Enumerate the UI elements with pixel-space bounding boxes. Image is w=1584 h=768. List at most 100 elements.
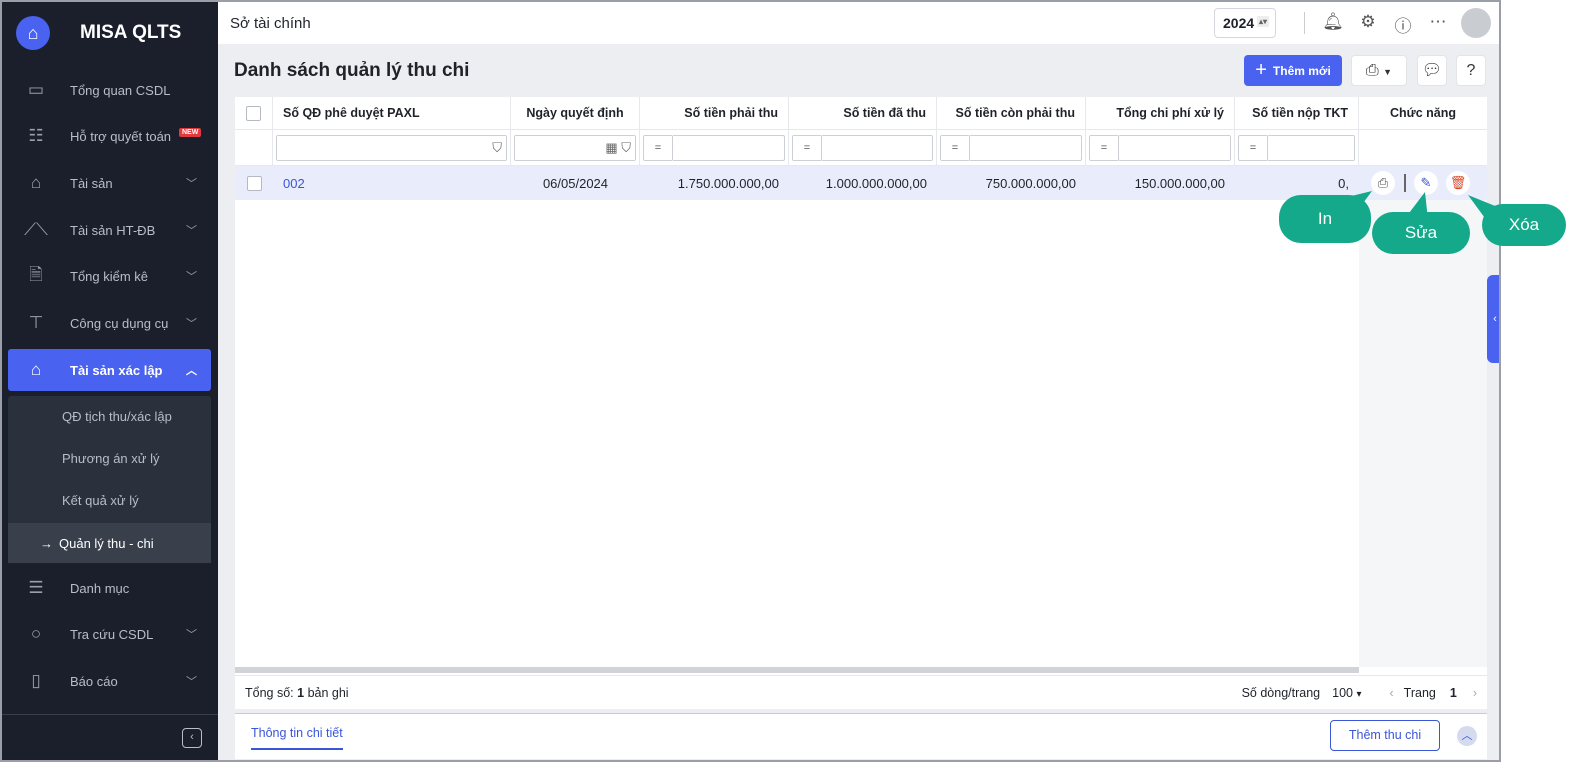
col-header[interactable]: Số tiền còn phải thu bbox=[937, 97, 1086, 129]
label: Tài sản xác lập bbox=[70, 362, 163, 378]
sidebar-item-tong-kiem-ke[interactable]: 🗎 Tổng kiểm kê ﹀ bbox=[8, 256, 211, 296]
sidebar-item-tra-cuu[interactable]: ○ Tra cứu CSDL ﹀ bbox=[8, 614, 211, 654]
print-row-button[interactable]: ⎙ bbox=[1371, 171, 1395, 195]
filter-empty bbox=[1359, 130, 1487, 165]
gear-icon[interactable]: ⚙ bbox=[1357, 12, 1379, 34]
help-icon[interactable]: ⓘ bbox=[1392, 12, 1414, 36]
callout-print: In bbox=[1279, 195, 1371, 243]
label: Báo cáo bbox=[70, 673, 118, 689]
cell-receivable: 1.750.000.000,00 bbox=[677, 175, 779, 191]
filter-input[interactable] bbox=[821, 134, 933, 161]
filter-input[interactable] bbox=[969, 134, 1082, 161]
collapse-sidebar-button[interactable]: ‹ bbox=[182, 728, 202, 748]
expand-panel-button[interactable]: ︿ bbox=[1457, 726, 1477, 746]
next-page-button[interactable]: › bbox=[1473, 686, 1477, 700]
print-dropdown-button[interactable]: ⎙ ▼ bbox=[1351, 55, 1407, 86]
label: Tổng quan CSDL bbox=[70, 82, 171, 98]
operator[interactable]: = bbox=[940, 134, 969, 161]
submenu-item[interactable]: Kết quả xử lý bbox=[8, 480, 211, 520]
filter-input[interactable] bbox=[1118, 134, 1231, 161]
help-button[interactable]: ? bbox=[1456, 55, 1486, 86]
sidebar-item-tai-san-ht[interactable]: ⟋⟍ Tài sản HT-ĐB ﹀ bbox=[8, 210, 211, 250]
chevron-down-icon: ﹀ bbox=[186, 271, 197, 283]
sidebar-item-ho-tro[interactable]: ☷ Hỗ trợ quyết toán NEW bbox=[8, 116, 211, 156]
more-icon[interactable]: ⋯ bbox=[1427, 12, 1449, 34]
feedback-button[interactable]: 💬︎ bbox=[1417, 55, 1447, 86]
sidebar-item-tong-quan[interactable]: ▭ Tổng quan CSDL bbox=[8, 70, 211, 110]
filter-cost[interactable]: = bbox=[1086, 130, 1235, 165]
filter-input[interactable] bbox=[672, 134, 785, 161]
filter-remaining[interactable]: = bbox=[937, 130, 1086, 165]
edit-row-button[interactable]: ✎ bbox=[1414, 171, 1438, 195]
col-header[interactable]: Số tiền nộp TKT bbox=[1235, 97, 1359, 129]
row-checkbox[interactable] bbox=[235, 166, 273, 200]
filter-code[interactable]: ⛉ bbox=[273, 130, 511, 165]
operator[interactable]: = bbox=[792, 134, 821, 161]
label: Tài sản bbox=[70, 175, 113, 191]
caret-down-icon: ▼ bbox=[1383, 67, 1393, 77]
filter-paid[interactable]: = bbox=[1235, 130, 1359, 165]
horizontal-scrollbar[interactable] bbox=[235, 667, 1359, 673]
sidebar-item-tai-san-xac-lap[interactable]: ⌂ Tài sản xác lập ︿ bbox=[8, 349, 211, 391]
search-icon: ○ bbox=[30, 624, 42, 643]
avatar[interactable] bbox=[1461, 8, 1491, 38]
tab-detail-info[interactable]: Thông tin chi tiết bbox=[251, 726, 343, 750]
operator[interactable]: = bbox=[643, 134, 672, 161]
chat-icon: 💬︎ bbox=[1421, 62, 1443, 79]
rows-per-page-select[interactable]: 100 ▾ bbox=[1332, 686, 1361, 700]
filter-empty bbox=[235, 130, 273, 165]
cell-received: 1.000.000.000,00 bbox=[825, 175, 927, 191]
prev-page-button[interactable]: ‹ bbox=[1390, 686, 1394, 700]
new-badge: NEW bbox=[179, 128, 202, 137]
callout-edit: Sửa bbox=[1372, 212, 1470, 254]
filter-received[interactable]: = bbox=[789, 130, 937, 165]
total-label: Tổng số: bbox=[245, 685, 294, 700]
submenu-item[interactable]: Phương án xử lý bbox=[8, 438, 211, 478]
house-car-icon: ⌂ bbox=[30, 173, 42, 192]
label: Tra cứu CSDL bbox=[70, 626, 154, 642]
col-header[interactable]: Số QĐ phê duyệt PAXL bbox=[273, 97, 511, 129]
logo: ⌂ MISA QLTS bbox=[2, 2, 218, 64]
sidebar-item-bao-cao[interactable]: ▯ Báo cáo ﹀ bbox=[8, 661, 211, 701]
chevron-down-icon: ▾ bbox=[1356, 688, 1362, 700]
monitor-chart-icon: ▭ bbox=[27, 80, 45, 99]
document-check-icon: 🗎 bbox=[29, 264, 43, 284]
add-new-button[interactable]: + Thêm mới bbox=[1244, 55, 1342, 86]
total-suffix: bản ghi bbox=[307, 685, 349, 700]
bell-icon[interactable]: 🔔︎ bbox=[1322, 12, 1344, 34]
col-header[interactable]: Tổng chi phí xử lý bbox=[1086, 97, 1235, 129]
sidebar-item-cong-cu[interactable]: ⊤ Công cụ dụng cụ ﹀ bbox=[8, 303, 211, 343]
cell-remaining: 750.000.000,00 bbox=[985, 175, 1076, 191]
submenu-item[interactable]: QĐ tịch thu/xác lập bbox=[8, 396, 211, 436]
operator[interactable]: = bbox=[1089, 134, 1118, 161]
chevron-down-icon: ﹀ bbox=[186, 225, 197, 237]
delete-row-button[interactable]: 🗑︎ bbox=[1446, 171, 1470, 195]
code-link[interactable]: 002 bbox=[273, 166, 511, 200]
sidebar-item-tai-san[interactable]: ⌂ Tài sản ﹀ bbox=[8, 163, 211, 203]
side-panel-toggle[interactable]: ‹ bbox=[1487, 275, 1499, 363]
add-income-expense-button[interactable]: Thêm thu chi bbox=[1330, 720, 1440, 751]
filter-receivable[interactable]: = bbox=[640, 130, 789, 165]
divider bbox=[1404, 174, 1406, 192]
year-value: 2024 bbox=[1223, 15, 1255, 31]
list-icon: ☰ bbox=[28, 578, 44, 597]
label: Hỗ trợ quyết toán bbox=[70, 128, 172, 144]
col-header[interactable]: Số tiền đã thu bbox=[789, 97, 937, 129]
filter-input[interactable] bbox=[1267, 134, 1355, 161]
road-icon: ⟋⟍ bbox=[24, 220, 48, 239]
submenu-item-active[interactable]: → Quản lý thu - chi bbox=[8, 523, 211, 563]
submenu: QĐ tịch thu/xác lập Phương án xử lý Kết … bbox=[8, 396, 211, 563]
sidebar-item-danh-muc[interactable]: ☰ Danh mục bbox=[8, 568, 211, 608]
operator[interactable]: = bbox=[1238, 134, 1267, 161]
calendar-funnel-icon[interactable]: ▦ ⛉ bbox=[514, 134, 636, 161]
arrow-right-icon: → bbox=[40, 535, 53, 551]
col-header[interactable]: Ngày quyết định bbox=[511, 97, 640, 129]
chevron-down-icon: ﹀ bbox=[186, 629, 197, 641]
app-window: ⌂ MISA QLTS ▭ Tổng quan CSDL ☷ Hỗ trợ quyết… bbox=[0, 0, 1501, 762]
filter-date[interactable]: ▦ ⛉ bbox=[511, 130, 640, 165]
select-all-checkbox[interactable] bbox=[235, 97, 273, 129]
year-select[interactable]: 2024 ▴▾ bbox=[1214, 8, 1276, 38]
funnel-icon[interactable]: ⛉ bbox=[276, 134, 507, 161]
col-header[interactable]: Số tiền phải thu bbox=[640, 97, 789, 129]
data-table: Số QĐ phê duyệt PAXL Ngày quyết định Số … bbox=[235, 97, 1487, 709]
